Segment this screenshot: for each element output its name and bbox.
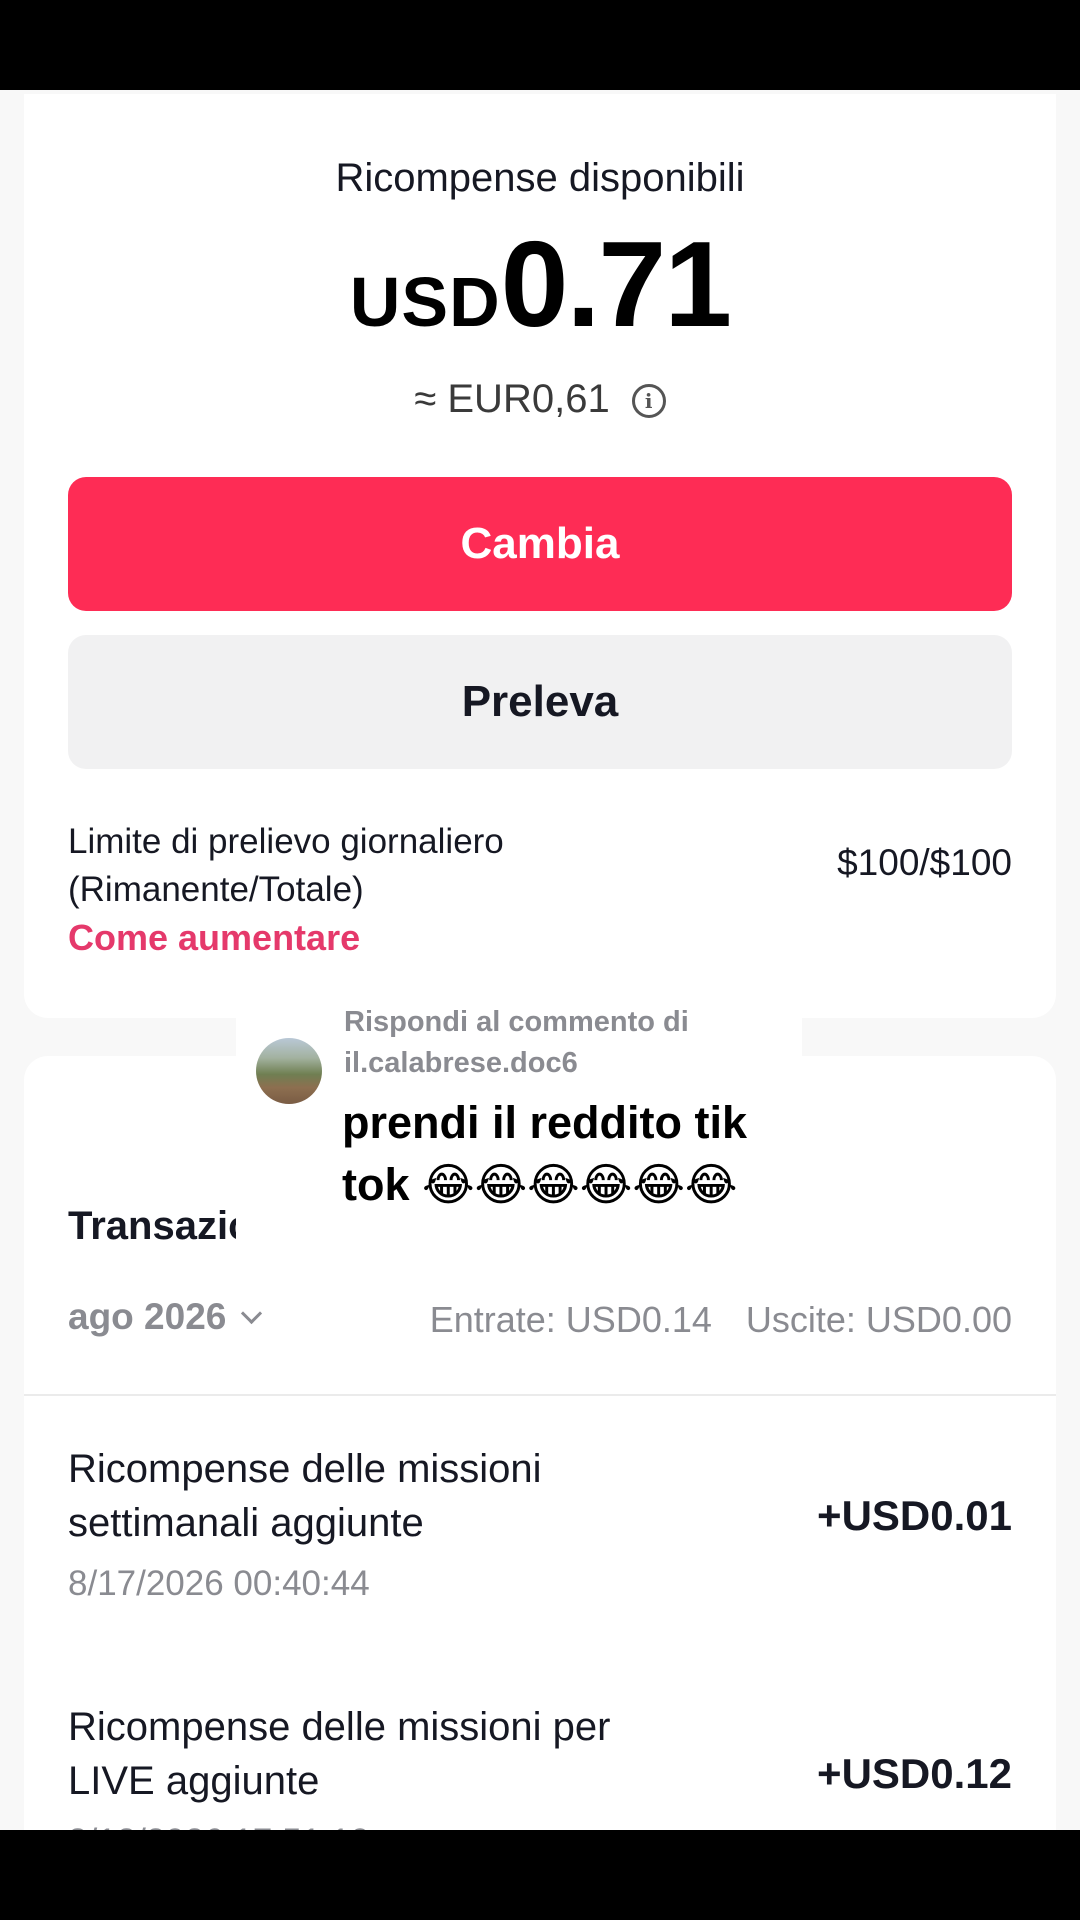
avatar: [256, 1038, 322, 1104]
chevron-down-icon: [241, 1302, 263, 1325]
transaction-row[interactable]: Ricompense delle missioni per LIVE aggiu…: [68, 1700, 1012, 1830]
rewards-title: Ricompense disponibili: [335, 156, 745, 200]
converted-balance: ≈ EUR0,61 i: [24, 377, 1056, 422]
transaction-date: 8/17/2026 00:40:44: [68, 1564, 370, 1603]
daily-limit-value: $100/$100: [837, 842, 1012, 883]
balance-amount: 0.71: [500, 216, 732, 352]
transaction-date: 8/12/2026 17:51:10: [68, 1822, 1012, 1830]
rewards-card: Ricompense disponibili USD0.71 ≈ EUR0,61…: [24, 94, 1056, 1018]
converted-amount: ≈ EUR0,61: [414, 377, 610, 421]
transaction-amount: +USD0.12: [817, 1750, 1012, 1797]
transaction-description: Ricompense delle missioni per LIVE aggiu…: [68, 1705, 611, 1803]
outgoing-total: Uscite: USD0.00: [745, 1299, 1012, 1340]
comment-text: prendi il reddito tik tok 😂😂😂😂😂😂: [342, 1097, 748, 1210]
balance-display: USD0.71: [24, 214, 1056, 354]
daily-limit-label: Limite di prelievo giornaliero (Rimanent…: [68, 822, 504, 909]
balance-currency: USD: [349, 263, 501, 341]
rewards-screen: Ricompense disponibili USD0.71 ≈ EUR0,61…: [0, 90, 1080, 1830]
month-selector[interactable]: ago 2026: [68, 1296, 263, 1338]
transaction-row[interactable]: Ricompense delle missioni settimanali ag…: [68, 1442, 1012, 1604]
transaction-amount: +USD0.01: [817, 1492, 1012, 1539]
top-bar: [0, 0, 1080, 90]
month-totals: Entrate: USD0.14 Uscite: USD0.00: [430, 1299, 1012, 1341]
month-label: ago 2026: [68, 1296, 227, 1337]
info-circle-icon[interactable]: i: [631, 384, 666, 418]
transaction-description: Ricompense delle missioni settimanali ag…: [68, 1447, 542, 1545]
divider: [24, 1394, 1056, 1396]
income-total: Entrate: USD0.14: [429, 1299, 712, 1340]
reply-comment-sticker: Rispondi al commento di il.calabrese.doc…: [236, 988, 802, 1280]
exchange-button[interactable]: Cambia: [68, 477, 1012, 611]
withdraw-button[interactable]: Preleva: [68, 635, 1012, 769]
increase-limit-link[interactable]: Come aumentare: [68, 917, 360, 959]
reply-to-label: Rispondi al commento di il.calabrese.doc…: [344, 1006, 689, 1079]
bottom-bar: [0, 1830, 1080, 1920]
